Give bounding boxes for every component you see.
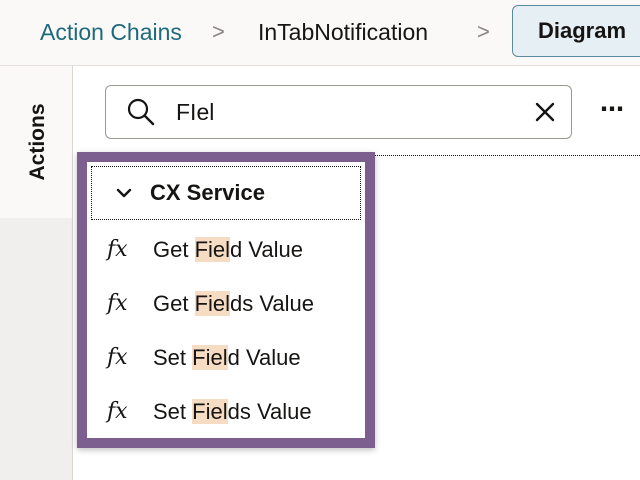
breadcrumb-action-chains[interactable]: Action Chains bbox=[40, 17, 182, 47]
focus-outline bbox=[374, 155, 640, 156]
label-suffix: d Value bbox=[230, 237, 304, 262]
group-cx-service[interactable]: CX Service bbox=[91, 166, 361, 220]
function-icon: fx bbox=[107, 399, 128, 424]
list-item-get-fields-value[interactable]: fx Get Fields Value bbox=[87, 278, 365, 332]
search-results-dropdown: CX Service fx Get Field Value fx Get Fie… bbox=[77, 152, 375, 448]
item-label: Set Field Value bbox=[153, 344, 301, 372]
function-icon: fx bbox=[107, 237, 128, 262]
search-icon bbox=[127, 98, 155, 126]
label-suffix: ds Value bbox=[230, 291, 315, 316]
search-field[interactable] bbox=[105, 85, 572, 139]
label-suffix: ds Value bbox=[227, 399, 312, 424]
label-prefix: Get bbox=[153, 237, 195, 262]
diagram-button[interactable]: Diagram bbox=[512, 5, 640, 57]
side-rail: Actions bbox=[0, 66, 72, 480]
label-prefix: Get bbox=[153, 291, 195, 316]
divider bbox=[72, 66, 73, 480]
breadcrumb: Action Chains > InTabNotification > Diag… bbox=[0, 0, 640, 66]
tab-actions-label: Actions bbox=[26, 103, 49, 181]
tab-actions[interactable]: Actions bbox=[0, 66, 72, 218]
function-icon: fx bbox=[107, 291, 128, 316]
breadcrumb-current: InTabNotification bbox=[258, 19, 429, 45]
item-label: Get Field Value bbox=[153, 236, 303, 264]
item-label: Get Fields Value bbox=[153, 290, 314, 318]
breadcrumb-separator: > bbox=[477, 19, 490, 44]
breadcrumb-separator: > bbox=[212, 19, 225, 44]
close-icon[interactable] bbox=[534, 101, 556, 123]
label-prefix: Set bbox=[153, 345, 193, 370]
group-label: CX Service bbox=[150, 180, 265, 205]
match-highlight: Fiel bbox=[192, 345, 228, 370]
item-label: Set Fields Value bbox=[153, 398, 312, 426]
match-highlight: Fiel bbox=[194, 291, 231, 316]
function-icon: fx bbox=[107, 345, 128, 370]
label-prefix: Set bbox=[153, 399, 193, 424]
search-input[interactable] bbox=[176, 96, 516, 128]
match-highlight: Fiel bbox=[192, 399, 228, 424]
list-item-set-field-value[interactable]: fx Set Field Value bbox=[87, 332, 365, 386]
list-item-set-fields-value[interactable]: fx Set Fields Value bbox=[87, 386, 365, 440]
chevron-down-icon bbox=[116, 188, 132, 198]
match-highlight: Fiel bbox=[194, 237, 231, 262]
more-options-icon[interactable]: ⋯ bbox=[600, 98, 626, 122]
label-suffix: d Value bbox=[227, 345, 301, 370]
list-item-get-field-value[interactable]: fx Get Field Value bbox=[87, 224, 365, 278]
